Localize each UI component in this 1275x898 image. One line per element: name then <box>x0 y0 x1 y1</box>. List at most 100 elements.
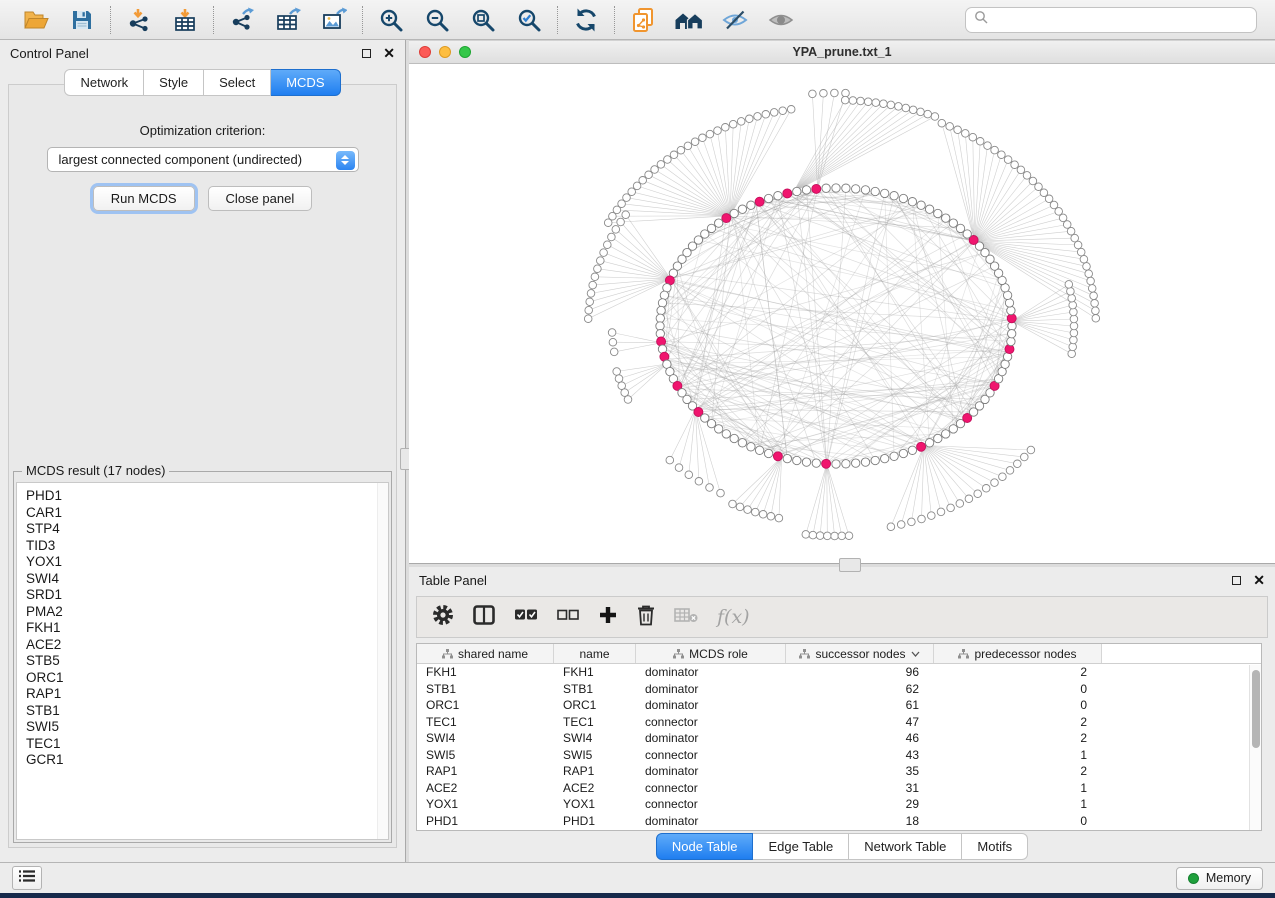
tab-node-table[interactable]: Node Table <box>656 833 754 860</box>
column-header-MCDS-role[interactable]: MCDS role <box>636 644 786 663</box>
table-row[interactable]: PHD1PHD1dominator180 <box>417 813 1261 830</box>
table-options-gear-icon[interactable] <box>432 604 454 631</box>
memory-label: Memory <box>1206 871 1251 885</box>
export-image-icon[interactable] <box>319 5 349 35</box>
list-icon <box>18 869 36 888</box>
tab-style[interactable]: Style <box>144 69 204 96</box>
window-close-icon[interactable] <box>419 46 431 58</box>
splitter-grip[interactable] <box>839 558 861 572</box>
delete-column-icon[interactable] <box>637 604 655 631</box>
run-mcds-button[interactable]: Run MCDS <box>93 186 195 211</box>
clone-network-icon[interactable] <box>628 5 658 35</box>
select-all-columns-icon[interactable] <box>514 608 538 627</box>
main-toolbar <box>0 0 1275 40</box>
export-table-icon[interactable] <box>273 5 303 35</box>
open-file-icon[interactable] <box>21 5 51 35</box>
column-header-successor-nodes[interactable]: successor nodes <box>786 644 934 663</box>
mcds-node-item[interactable]: PMA2 <box>26 604 374 621</box>
close-panel-icon[interactable]: ✕ <box>1253 575 1265 585</box>
table-row[interactable]: TEC1TEC1connector472 <box>417 714 1261 731</box>
desktop-background-strip <box>0 893 1275 898</box>
window-minimize-icon[interactable] <box>439 46 451 58</box>
node-table: shared namenameMCDS rolesuccessor nodesp… <box>416 643 1262 831</box>
mcds-list-scrollbar[interactable] <box>377 483 388 839</box>
save-session-icon[interactable] <box>67 5 97 35</box>
zoom-out-icon[interactable] <box>422 5 452 35</box>
control-panel: Control Panel ✕ Network Style Select MCD… <box>0 40 405 862</box>
mcds-node-item[interactable]: TID3 <box>26 538 374 555</box>
mcds-node-item[interactable]: SWI5 <box>26 719 374 736</box>
mcds-node-item[interactable]: PHD1 <box>26 488 374 505</box>
tab-mcds[interactable]: MCDS <box>271 69 340 96</box>
network-titlebar[interactable]: YPA_prune.txt_1 <box>409 41 1275 64</box>
table-row[interactable]: SWI4SWI4dominator462 <box>417 730 1261 747</box>
control-panel-title: Control Panel <box>10 46 89 61</box>
table-row[interactable]: FKH1FKH1dominator962 <box>417 664 1261 681</box>
mcds-node-item[interactable]: GCR1 <box>26 752 374 769</box>
network-canvas[interactable] <box>409 64 1275 563</box>
import-network-icon[interactable] <box>124 5 154 35</box>
mcds-result-list[interactable]: PHD1CAR1STP4TID3YOX1SWI4SRD1PMA2FKH1ACE2… <box>16 482 389 840</box>
mcds-node-item[interactable]: FKH1 <box>26 620 374 637</box>
mcds-node-item[interactable]: STB1 <box>26 703 374 720</box>
table-row[interactable]: SWI5SWI5connector431 <box>417 747 1261 764</box>
criterion-selected-value: largest connected component (undirected) <box>59 152 303 167</box>
mcds-node-item[interactable]: YOX1 <box>26 554 374 571</box>
table-row[interactable]: ACE2ACE2connector311 <box>417 780 1261 797</box>
scrollbar-thumb[interactable] <box>1252 670 1260 748</box>
column-header-predecessor-nodes[interactable]: predecessor nodes <box>934 644 1102 663</box>
window-maximize-icon[interactable] <box>459 46 471 58</box>
tab-select[interactable]: Select <box>204 69 271 96</box>
control-panel-tabs: Network Style Select MCDS <box>0 69 405 96</box>
table-scrollbar[interactable] <box>1249 665 1261 830</box>
close-panel-button[interactable]: Close panel <box>208 186 313 211</box>
show-columns-icon[interactable] <box>473 605 495 630</box>
add-column-icon[interactable] <box>598 605 618 630</box>
table-row[interactable]: STB1STB1dominator620 <box>417 681 1261 698</box>
function-builder-icon-disabled: f(x) <box>717 606 750 628</box>
mcds-node-item[interactable]: RAP1 <box>26 686 374 703</box>
close-panel-icon[interactable]: ✕ <box>383 48 395 58</box>
search-input[interactable] <box>994 12 1248 27</box>
table-row[interactable]: RAP1RAP1dominator352 <box>417 763 1261 780</box>
table-row[interactable]: ORC1ORC1dominator610 <box>417 697 1261 714</box>
show-all-icon[interactable] <box>766 5 796 35</box>
float-panel-icon[interactable] <box>1232 576 1241 585</box>
table-row[interactable]: YOX1YOX1connector291 <box>417 796 1261 813</box>
tab-network[interactable]: Network <box>64 69 144 96</box>
delete-table-icon-disabled <box>674 607 698 628</box>
panel-splitter-horizontal[interactable] <box>409 563 1275 567</box>
mcds-node-item[interactable]: ACE2 <box>26 637 374 654</box>
tab-motifs[interactable]: Motifs <box>962 833 1028 860</box>
criterion-select[interactable]: largest connected component (undirected) <box>47 147 359 172</box>
table-tabs: Node Table Edge Table Network Table Moti… <box>409 831 1275 862</box>
mcds-node-item[interactable]: SWI4 <box>26 571 374 588</box>
mcds-node-item[interactable]: ORC1 <box>26 670 374 687</box>
unselect-all-columns-icon[interactable] <box>557 608 579 626</box>
tab-network-table[interactable]: Network Table <box>849 833 962 860</box>
table-toolbar: f(x) <box>416 596 1268 638</box>
column-header-shared-name[interactable]: shared name <box>417 644 554 663</box>
zoom-fit-icon[interactable] <box>468 5 498 35</box>
mcds-node-item[interactable]: CAR1 <box>26 505 374 522</box>
hide-selected-icon[interactable] <box>720 5 750 35</box>
mcds-node-item[interactable]: STB5 <box>26 653 374 670</box>
tab-edge-table[interactable]: Edge Table <box>753 833 849 860</box>
task-history-button[interactable] <box>12 866 42 890</box>
mcds-node-item[interactable]: SRD1 <box>26 587 374 604</box>
table-header-row: shared namenameMCDS rolesuccessor nodesp… <box>417 644 1261 664</box>
zoom-in-icon[interactable] <box>376 5 406 35</box>
network-graph[interactable] <box>409 64 1275 563</box>
import-table-icon[interactable] <box>170 5 200 35</box>
mcds-node-item[interactable]: STP4 <box>26 521 374 538</box>
float-panel-icon[interactable] <box>362 49 371 58</box>
export-network-icon[interactable] <box>227 5 257 35</box>
memory-button[interactable]: Memory <box>1176 867 1263 890</box>
mcds-node-item[interactable]: TEC1 <box>26 736 374 753</box>
first-neighbors-icon[interactable] <box>674 5 704 35</box>
network-title: YPA_prune.txt_1 <box>409 45 1275 59</box>
zoom-selected-icon[interactable] <box>514 5 544 35</box>
optimization-criterion-label: Optimization criterion: <box>9 123 396 138</box>
column-header-name[interactable]: name <box>554 644 636 663</box>
apply-layout-icon[interactable] <box>571 5 601 35</box>
